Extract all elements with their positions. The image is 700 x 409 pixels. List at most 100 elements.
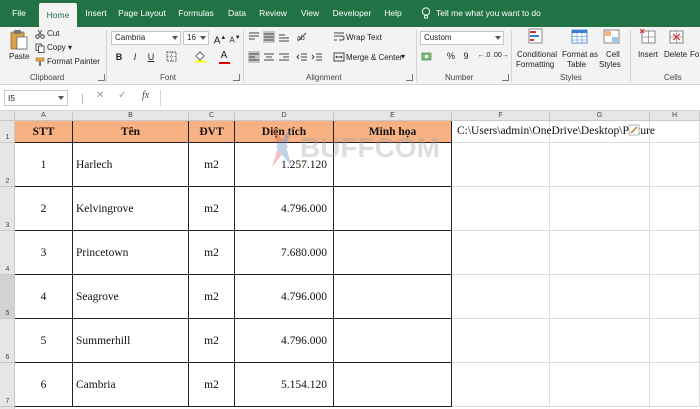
tab-developer[interactable]: Developer — [330, 0, 374, 27]
table-cell[interactable]: 4.796.000 — [235, 319, 334, 363]
table-cell[interactable]: m2 — [189, 231, 235, 275]
conditional-formatting-line2[interactable]: Formatting — [516, 60, 554, 69]
insert-cells-button[interactable]: Insert — [638, 50, 658, 59]
copy-dropdown-arrow[interactable]: ▾ — [68, 43, 72, 52]
insert-cells-icon[interactable] — [639, 28, 657, 46]
underline-button[interactable]: U — [143, 50, 159, 64]
table-cell[interactable]: 5 — [15, 319, 73, 363]
clipboard-launcher[interactable] — [98, 74, 105, 81]
delete-cells-icon[interactable] — [667, 28, 685, 46]
empty-cell[interactable] — [452, 275, 550, 319]
empty-cell[interactable] — [650, 363, 700, 407]
empty-cell[interactable] — [452, 231, 550, 275]
table-cell[interactable]: 6 — [15, 363, 73, 407]
increase-indent-icon[interactable] — [311, 51, 323, 63]
increase-decimal-button[interactable]: ←.0 — [476, 49, 492, 63]
cell-styles-icon[interactable] — [603, 28, 621, 46]
tab-file[interactable]: File — [4, 0, 34, 27]
conditional-formatting-icon[interactable] — [528, 28, 546, 46]
name-box[interactable]: I5 — [4, 90, 68, 106]
table-cell[interactable] — [334, 275, 452, 319]
copy-icon[interactable] — [35, 43, 45, 53]
delete-cells-button[interactable]: Delete — [664, 50, 687, 59]
merge-dropdown-arrow[interactable]: ▾ — [401, 52, 405, 61]
cell-h1[interactable] — [650, 121, 700, 143]
accounting-format-icon[interactable] — [421, 51, 435, 63]
table-cell[interactable]: Summerhill — [73, 319, 189, 363]
empty-cell[interactable] — [550, 187, 650, 231]
paste-options-icon[interactable] — [628, 124, 640, 136]
format-as-table-line2[interactable]: Table — [567, 60, 586, 69]
font-color-button[interactable]: A — [216, 49, 232, 63]
confirm-entry-button[interactable]: ✓ — [118, 90, 126, 101]
empty-cell[interactable] — [550, 275, 650, 319]
column-header[interactable]: G — [550, 111, 650, 121]
number-launcher[interactable] — [502, 74, 509, 81]
empty-cell[interactable] — [550, 231, 650, 275]
copy-button[interactable]: Copy — [47, 43, 66, 52]
column-header[interactable]: B — [73, 111, 189, 121]
table-cell[interactable] — [334, 363, 452, 407]
increase-font-size-button[interactable]: A▲ — [212, 31, 228, 46]
percent-style-button[interactable]: % — [443, 49, 459, 63]
orientation-icon[interactable]: ab — [296, 31, 310, 43]
table-cell[interactable]: m2 — [189, 363, 235, 407]
row-header[interactable]: 2 — [0, 143, 15, 187]
table-cell[interactable]: 4.796.000 — [235, 187, 334, 231]
formula-input[interactable] — [160, 90, 696, 106]
cut-button[interactable]: Cut — [47, 29, 59, 38]
table-cell[interactable]: Cambria — [73, 363, 189, 407]
empty-cell[interactable] — [650, 231, 700, 275]
column-header[interactable]: C — [189, 111, 235, 121]
column-header[interactable]: H — [650, 111, 700, 121]
row-header[interactable]: 1 — [0, 121, 15, 143]
format-as-table-line1[interactable]: Format as — [562, 50, 598, 59]
tab-page-layout[interactable]: Page Layout — [116, 0, 168, 27]
tab-insert[interactable]: Insert — [80, 0, 112, 27]
decrease-font-size-button[interactable]: A▼ — [227, 31, 243, 45]
tab-data[interactable]: Data — [224, 0, 250, 27]
insert-function-button[interactable]: fx — [142, 90, 149, 101]
align-right-icon[interactable] — [278, 51, 290, 63]
empty-cell[interactable] — [650, 143, 700, 187]
header-ten[interactable]: Tên — [73, 121, 189, 143]
cancel-entry-button[interactable]: ✕ — [96, 90, 104, 101]
merge-center-button[interactable]: Merge & Center — [346, 53, 402, 62]
row-header[interactable]: 4 — [0, 231, 15, 275]
format-painter-button[interactable]: Format Painter — [47, 57, 100, 66]
font-launcher[interactable] — [233, 74, 240, 81]
font-size-select[interactable]: 16 — [183, 31, 209, 45]
alignment-launcher[interactable] — [406, 74, 413, 81]
table-cell[interactable]: Seagrove — [73, 275, 189, 319]
align-top-icon[interactable] — [248, 31, 260, 43]
table-cell[interactable] — [334, 319, 452, 363]
tab-help[interactable]: Help — [380, 0, 406, 27]
empty-cell[interactable] — [550, 363, 650, 407]
bold-button[interactable]: B — [111, 50, 127, 64]
empty-cell[interactable] — [550, 143, 650, 187]
empty-cell[interactable] — [650, 187, 700, 231]
decrease-indent-icon[interactable] — [296, 51, 308, 63]
format-cells-button[interactable]: Fo — [690, 50, 699, 59]
table-cell[interactable]: 4 — [15, 275, 73, 319]
table-cell[interactable] — [334, 231, 452, 275]
conditional-formatting-line1[interactable]: Conditional — [517, 50, 557, 59]
row-header-selected[interactable]: 5 — [0, 275, 15, 319]
empty-cell[interactable] — [650, 275, 700, 319]
row-header[interactable]: 3 — [0, 187, 15, 231]
tell-me-search[interactable]: Tell me what you want to do — [436, 0, 546, 27]
italic-button[interactable]: I — [127, 50, 143, 64]
wrap-text-icon[interactable] — [333, 31, 345, 43]
wrap-text-button[interactable]: Wrap Text — [346, 33, 382, 42]
table-cell[interactable]: 4.796.000 — [235, 275, 334, 319]
font-name-select[interactable]: Cambria — [111, 31, 181, 45]
header-stt[interactable]: STT — [15, 121, 73, 143]
tab-view[interactable]: View — [296, 0, 324, 27]
table-cell[interactable]: Princetown — [73, 231, 189, 275]
format-as-table-icon[interactable] — [571, 28, 589, 46]
table-cell[interactable]: m2 — [189, 187, 235, 231]
header-dvt[interactable]: ĐVT — [189, 121, 235, 143]
table-cell[interactable]: 5.154.120 — [235, 363, 334, 407]
column-header[interactable]: E — [334, 111, 452, 121]
tab-review[interactable]: Review — [256, 0, 290, 27]
